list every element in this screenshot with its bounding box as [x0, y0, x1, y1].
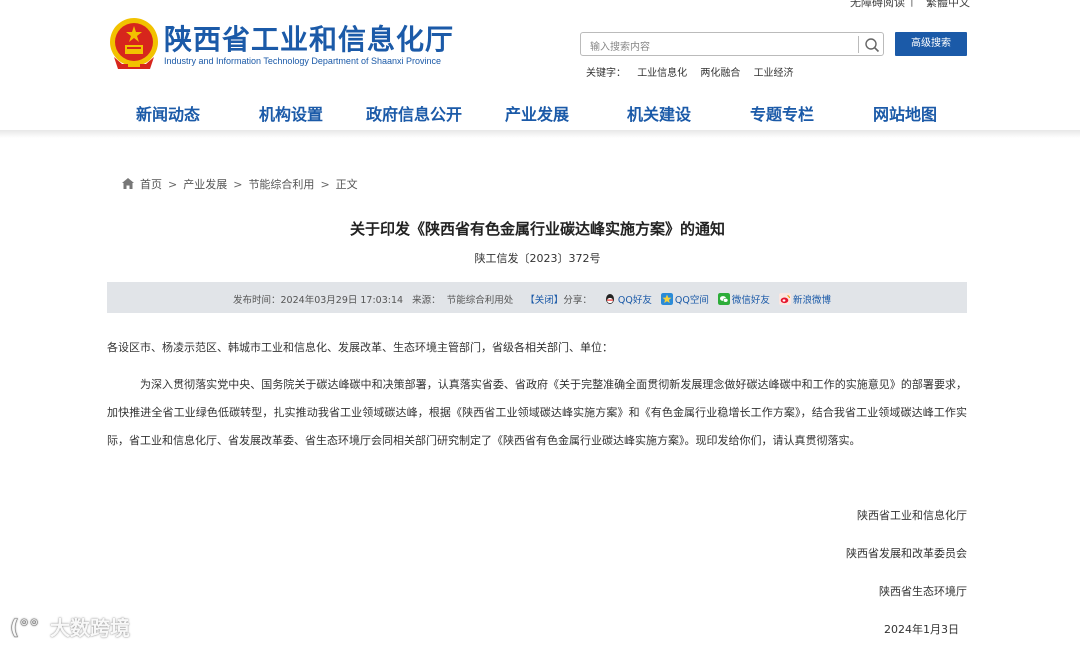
- national-emblem-icon[interactable]: [108, 17, 160, 71]
- nav-item-gov-info[interactable]: 政府信息公开: [366, 101, 462, 125]
- keyword-link[interactable]: 工业经济: [754, 68, 794, 79]
- breadcrumb-home[interactable]: 首页: [140, 178, 162, 191]
- breadcrumb-energy[interactable]: 节能综合利用: [248, 178, 314, 191]
- nav-item-industry[interactable]: 产业发展: [505, 101, 569, 125]
- qq-icon: [605, 294, 614, 304]
- breadcrumb: 首页 > 产业发展 > 节能综合利用 > 正文: [122, 176, 358, 192]
- article-paragraph: 为深入贯彻落实党中央、国务院关于碳达峰碳中和决策部署，认真落实省委、省政府《关于…: [107, 378, 967, 447]
- nav-divider: [0, 130, 1080, 138]
- signature-ecology-dept: 陕西省生态环境厅: [879, 585, 967, 598]
- source-value: 节能综合利用处: [446, 295, 514, 306]
- search-input[interactable]: 输入搜索内容: [590, 38, 650, 53]
- traditional-chinese-link[interactable]: 繁體中文: [926, 0, 970, 10]
- search-icon[interactable]: [864, 37, 880, 53]
- site-title[interactable]: 陕西省工业和信息化厅: [164, 18, 454, 58]
- keyword-link[interactable]: 两化融合: [700, 68, 740, 79]
- weibo-icon: [778, 293, 791, 305]
- document-number: 陕工信发〔2023〕372号: [474, 252, 601, 265]
- breadcrumb-separator: >: [233, 178, 243, 191]
- publish-label: 发布时间：: [233, 295, 281, 306]
- svg-text:(°°: (°°: [10, 616, 39, 638]
- share-wechat-label: 微信好友: [731, 295, 770, 306]
- share-qq-label: QQ好友: [617, 295, 652, 306]
- search-box[interactable]: 输入搜索内容: [580, 32, 884, 56]
- keyword-link[interactable]: 工业信息化: [637, 68, 687, 79]
- site-subtitle: Industry and Information Technology Depa…: [164, 56, 441, 66]
- wechat-icon: [717, 293, 730, 305]
- advanced-search-button[interactable]: 高级搜索: [895, 32, 967, 56]
- share-qq[interactable]: QQ好友: [604, 292, 658, 306]
- nav-item-party-building[interactable]: 机关建设: [627, 101, 691, 125]
- nav-item-topics[interactable]: 专题专栏: [750, 101, 814, 125]
- nav-item-news[interactable]: 新闻动态: [136, 101, 200, 125]
- watermark: (°° 大数跨境: [10, 612, 130, 641]
- share-qzone[interactable]: QQ空间: [660, 292, 715, 306]
- accessibility-link[interactable]: 无障碍阅读: [850, 0, 905, 10]
- document-date: 2024年1月3日: [884, 623, 959, 636]
- source-label: 来源：: [412, 295, 441, 306]
- signature-development-commission: 陕西省发展和改革委员会: [846, 547, 967, 560]
- breadcrumb-industry[interactable]: 产业发展: [183, 178, 227, 191]
- article-meta: 发布时间：2024年03月29日 17:03:14 来源： 节能综合利用处 【关…: [233, 292, 837, 306]
- share-label: 分享：: [563, 295, 592, 306]
- search-keywords: 关键字： 工业信息化 两化融合 工业经济: [586, 64, 804, 79]
- share-wechat[interactable]: 微信好友: [717, 292, 776, 306]
- article-recipients: 各设区市、杨凌示范区、韩城市工业和信息化、发展改革、生态环境主管部门，省级各相关…: [107, 341, 613, 354]
- signature-industry-dept: 陕西省工业和信息化厅: [857, 509, 967, 522]
- share-qzone-label: QQ空间: [674, 295, 709, 306]
- top-utility-bar: 无障碍阅读 | 繁體中文: [0, 0, 1080, 10]
- breadcrumb-separator: >: [320, 178, 330, 191]
- share-weibo[interactable]: 新浪微博: [778, 292, 837, 306]
- main-nav: 新闻动态 机构设置 政府信息公开 产业发展 机关建设 专题专栏 网站地图: [0, 96, 1080, 130]
- nav-item-sitemap[interactable]: 网站地图: [873, 101, 937, 125]
- publish-time: 2024年03月29日 17:03:14: [280, 295, 404, 306]
- search-divider: [858, 36, 859, 53]
- home-icon[interactable]: [122, 178, 134, 189]
- article-meta-bar: 发布时间：2024年03月29日 17:03:14 来源： 节能综合利用处 【关…: [107, 282, 967, 313]
- close-button[interactable]: 【关闭】: [525, 295, 563, 306]
- topbar-separator: |: [910, 0, 914, 7]
- nav-item-organization[interactable]: 机构设置: [259, 101, 323, 125]
- keywords-label: 关键字：: [586, 68, 626, 79]
- breadcrumb-current: 正文: [335, 178, 358, 191]
- share-weibo-label: 新浪微博: [792, 295, 831, 306]
- article-title: 关于印发《陕西省有色金属行业碳达峰实施方案》的通知: [349, 220, 725, 238]
- watermark-text: 大数跨境: [50, 616, 130, 640]
- breadcrumb-separator: >: [168, 178, 178, 191]
- watermark-logo-icon: (°°: [10, 615, 40, 640]
- qzone-icon: [660, 293, 673, 305]
